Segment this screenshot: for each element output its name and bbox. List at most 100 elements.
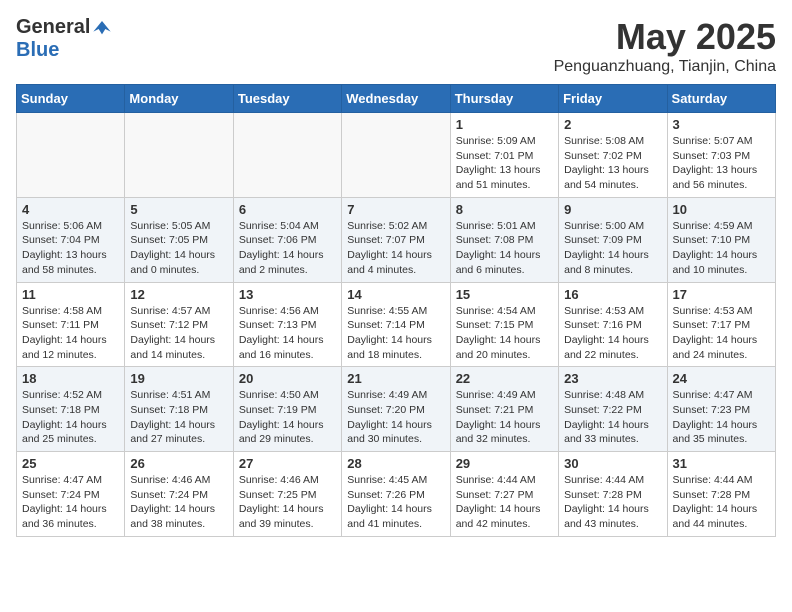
day-number: 17 (673, 287, 770, 302)
day-number: 19 (130, 371, 227, 386)
calendar-cell (17, 113, 125, 198)
day-info: Sunrise: 4:47 AM Sunset: 7:23 PM Dayligh… (673, 388, 770, 447)
calendar-week-row: 4 Sunrise: 5:06 AM Sunset: 7:04 PM Daylig… (17, 197, 776, 282)
calendar-week-row: 11 Sunrise: 4:58 AM Sunset: 7:11 PM Dayli… (17, 282, 776, 367)
calendar-cell: 31 Sunrise: 4:44 AM Sunset: 7:28 PM Dayli… (667, 452, 775, 537)
calendar-cell: 18 Sunrise: 4:52 AM Sunset: 7:18 PM Dayli… (17, 367, 125, 452)
calendar-cell: 16Sunrise: 4:53 AM Sunset: 7:16 PM Dayli… (559, 282, 667, 367)
calendar-cell: 20 Sunrise: 4:50 AM Sunset: 7:19 PM Dayli… (233, 367, 341, 452)
day-info: Sunrise: 4:46 AM Sunset: 7:25 PM Dayligh… (239, 473, 336, 532)
day-number: 20 (239, 371, 336, 386)
calendar-cell: 4 Sunrise: 5:06 AM Sunset: 7:04 PM Daylig… (17, 197, 125, 282)
calendar-cell (125, 113, 233, 198)
logo-general: General (16, 16, 90, 39)
day-info: Sunrise: 4:44 AM Sunset: 7:27 PM Dayligh… (456, 473, 553, 532)
day-info: Sunrise: 5:06 AM Sunset: 7:04 PM Dayligh… (22, 219, 119, 278)
calendar-header-row: SundayMondayTuesdayWednesdayThursdayFrid… (17, 85, 776, 113)
day-info: Sunrise: 5:00 AM Sunset: 7:09 PM Dayligh… (564, 219, 661, 278)
day-info: Sunrise: 4:45 AM Sunset: 7:26 PM Dayligh… (347, 473, 444, 532)
calendar-header-monday: Monday (125, 85, 233, 113)
calendar-cell: 27 Sunrise: 4:46 AM Sunset: 7:25 PM Dayli… (233, 452, 341, 537)
calendar-cell: 30Sunrise: 4:44 AM Sunset: 7:28 PM Dayli… (559, 452, 667, 537)
calendar-cell: 26 Sunrise: 4:46 AM Sunset: 7:24 PM Dayli… (125, 452, 233, 537)
day-info: Sunrise: 4:49 AM Sunset: 7:20 PM Dayligh… (347, 388, 444, 447)
day-number: 4 (22, 202, 119, 217)
calendar-cell: 14Sunrise: 4:55 AM Sunset: 7:14 PM Dayli… (342, 282, 450, 367)
calendar-cell: 28 Sunrise: 4:45 AM Sunset: 7:26 PM Dayli… (342, 452, 450, 537)
calendar-cell (233, 113, 341, 198)
calendar-cell: 24 Sunrise: 4:47 AM Sunset: 7:23 PM Dayli… (667, 367, 775, 452)
page-header: General Blue May 2025 Penguanzhuang, Tia… (16, 16, 776, 76)
day-number: 18 (22, 371, 119, 386)
day-number: 8 (456, 202, 553, 217)
calendar-cell: 2 Sunrise: 5:08 AM Sunset: 7:02 PM Daylig… (559, 113, 667, 198)
calendar-header-wednesday: Wednesday (342, 85, 450, 113)
calendar-cell: 10Sunrise: 4:59 AM Sunset: 7:10 PM Dayli… (667, 197, 775, 282)
day-info: Sunrise: 4:49 AM Sunset: 7:21 PM Dayligh… (456, 388, 553, 447)
day-info: Sunrise: 4:53 AM Sunset: 7:17 PM Dayligh… (673, 304, 770, 363)
day-info: Sunrise: 4:52 AM Sunset: 7:18 PM Dayligh… (22, 388, 119, 447)
day-number: 29 (456, 456, 553, 471)
day-number: 11 (22, 287, 119, 302)
day-info: Sunrise: 4:46 AM Sunset: 7:24 PM Dayligh… (130, 473, 227, 532)
title-block: May 2025 Penguanzhuang, Tianjin, China (554, 16, 776, 76)
day-info: Sunrise: 5:05 AM Sunset: 7:05 PM Dayligh… (130, 219, 227, 278)
calendar-cell: 5Sunrise: 5:05 AM Sunset: 7:05 PM Daylig… (125, 197, 233, 282)
month-title: May 2025 (554, 16, 776, 58)
day-number: 26 (130, 456, 227, 471)
day-info: Sunrise: 4:54 AM Sunset: 7:15 PM Dayligh… (456, 304, 553, 363)
day-info: Sunrise: 4:48 AM Sunset: 7:22 PM Dayligh… (564, 388, 661, 447)
day-number: 15 (456, 287, 553, 302)
day-number: 6 (239, 202, 336, 217)
day-info: Sunrise: 4:53 AM Sunset: 7:16 PM Dayligh… (564, 304, 661, 363)
location-subtitle: Penguanzhuang, Tianjin, China (554, 58, 776, 76)
calendar-cell: 1 Sunrise: 5:09 AM Sunset: 7:01 PM Daylig… (450, 113, 558, 198)
calendar-cell: 11 Sunrise: 4:58 AM Sunset: 7:11 PM Dayli… (17, 282, 125, 367)
calendar-cell (342, 113, 450, 198)
calendar-cell: 7Sunrise: 5:02 AM Sunset: 7:07 PM Daylig… (342, 197, 450, 282)
day-number: 24 (673, 371, 770, 386)
calendar-cell: 6 Sunrise: 5:04 AM Sunset: 7:06 PM Daylig… (233, 197, 341, 282)
calendar-header-sunday: Sunday (17, 85, 125, 113)
day-info: Sunrise: 4:50 AM Sunset: 7:19 PM Dayligh… (239, 388, 336, 447)
calendar-cell: 22 Sunrise: 4:49 AM Sunset: 7:21 PM Dayli… (450, 367, 558, 452)
day-number: 10 (673, 202, 770, 217)
calendar-cell: 9 Sunrise: 5:00 AM Sunset: 7:09 PM Daylig… (559, 197, 667, 282)
calendar-header-thursday: Thursday (450, 85, 558, 113)
calendar-cell: 29 Sunrise: 4:44 AM Sunset: 7:27 PM Dayli… (450, 452, 558, 537)
day-number: 28 (347, 456, 444, 471)
day-info: Sunrise: 5:01 AM Sunset: 7:08 PM Dayligh… (456, 219, 553, 278)
day-info: Sunrise: 4:47 AM Sunset: 7:24 PM Dayligh… (22, 473, 119, 532)
day-number: 22 (456, 371, 553, 386)
logo-bird-icon (92, 18, 112, 38)
calendar-cell: 15 Sunrise: 4:54 AM Sunset: 7:15 PM Dayli… (450, 282, 558, 367)
day-number: 25 (22, 456, 119, 471)
day-number: 1 (456, 117, 553, 132)
day-info: Sunrise: 5:09 AM Sunset: 7:01 PM Dayligh… (456, 134, 553, 193)
logo-blue: Blue (16, 39, 59, 62)
day-info: Sunrise: 4:58 AM Sunset: 7:11 PM Dayligh… (22, 304, 119, 363)
calendar-cell: 21Sunrise: 4:49 AM Sunset: 7:20 PM Dayli… (342, 367, 450, 452)
day-number: 9 (564, 202, 661, 217)
day-number: 2 (564, 117, 661, 132)
calendar-table: SundayMondayTuesdayWednesdayThursdayFrid… (16, 84, 776, 537)
day-number: 31 (673, 456, 770, 471)
calendar-header-tuesday: Tuesday (233, 85, 341, 113)
calendar-cell: 12Sunrise: 4:57 AM Sunset: 7:12 PM Dayli… (125, 282, 233, 367)
calendar-week-row: 1 Sunrise: 5:09 AM Sunset: 7:01 PM Daylig… (17, 113, 776, 198)
day-number: 7 (347, 202, 444, 217)
day-info: Sunrise: 5:08 AM Sunset: 7:02 PM Dayligh… (564, 134, 661, 193)
day-number: 13 (239, 287, 336, 302)
calendar-cell: 8 Sunrise: 5:01 AM Sunset: 7:08 PM Daylig… (450, 197, 558, 282)
calendar-header-saturday: Saturday (667, 85, 775, 113)
day-number: 23 (564, 371, 661, 386)
day-info: Sunrise: 4:51 AM Sunset: 7:18 PM Dayligh… (130, 388, 227, 447)
day-info: Sunrise: 4:44 AM Sunset: 7:28 PM Dayligh… (673, 473, 770, 532)
calendar-cell: 25 Sunrise: 4:47 AM Sunset: 7:24 PM Dayli… (17, 452, 125, 537)
calendar-cell: 19 Sunrise: 4:51 AM Sunset: 7:18 PM Dayli… (125, 367, 233, 452)
day-info: Sunrise: 5:04 AM Sunset: 7:06 PM Dayligh… (239, 219, 336, 278)
calendar-cell: 23 Sunrise: 4:48 AM Sunset: 7:22 PM Dayli… (559, 367, 667, 452)
day-number: 12 (130, 287, 227, 302)
day-number: 27 (239, 456, 336, 471)
day-info: Sunrise: 4:44 AM Sunset: 7:28 PM Dayligh… (564, 473, 661, 532)
